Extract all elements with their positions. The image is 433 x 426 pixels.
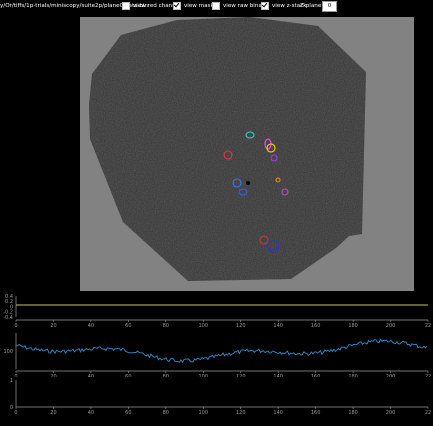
x-tick-label: 20 (50, 410, 56, 416)
x-tick-label: 60 (125, 410, 131, 416)
view-raw-binary-checkbox[interactable] (212, 1, 220, 10)
x-tick-label: 80 (163, 410, 169, 416)
x-tick-label: 40 (88, 410, 94, 416)
mean-image[interactable] (80, 17, 414, 291)
trace-line (15, 338, 428, 364)
view-raw-binary-toggle[interactable]: view raw binary (212, 1, 267, 10)
view-red-channel-checkbox[interactable] (122, 1, 130, 10)
trace-plot-1[interactable]: 0.4 0.2 0 -0.2 -0.4 0 20 40 60 80 100 120 140 160 180 2… (0, 293, 433, 329)
x-tick-label: 0 (14, 410, 17, 416)
x-tick-label: 140 (273, 410, 283, 416)
y-tick-label: -0.4 (3, 315, 13, 321)
x-tick-label: 120 (236, 410, 246, 416)
view-z-stack-checkbox[interactable] (261, 1, 269, 10)
y-tick-label: 1 (10, 378, 13, 384)
view-masks-checkbox[interactable] (173, 1, 181, 10)
z-plane-label: Z-plane: (300, 3, 324, 9)
image-view-panel[interactable] (80, 17, 414, 291)
trace-plot-2-svg: 1000 20 40 60 80 100 120 140 160 180 200 22 (3, 333, 431, 377)
x-tick-label: 180 (348, 410, 358, 416)
y-tick-label: 0 (10, 405, 13, 411)
trace-plot-1-svg: 0.40.20-0.2-0.40 20 40 60 80 100 120 140 160 180 2… (3, 294, 431, 329)
view-masks-toggle[interactable]: view masks (173, 1, 217, 10)
trace-plot-2[interactable]: 100 0 20 40 60 80 100 120 140 160 180 200 22 (0, 329, 433, 377)
x-tick-label: 160 (311, 410, 321, 416)
toolbar: y/Or/tiffs/1p-trials/miniscopy/suite2p/p… (0, 0, 433, 13)
trace-plot-3-svg: 100 20 40 60 80 100 120 140 160 180 200 22 (10, 378, 431, 416)
view-red-channel-toggle[interactable]: view red channel (122, 1, 181, 10)
x-tick-label: 200 (386, 410, 396, 416)
z-plane-input[interactable]: 0 (322, 1, 337, 12)
x-tick-label: 22 (425, 410, 431, 416)
x-tick-label: 100 (198, 410, 208, 416)
trace-plot-3[interactable]: 1 0 0 20 40 60 80 100 120 140 160 180 200 22 (0, 377, 433, 426)
fov-noise (89, 17, 366, 281)
y-tick-label: 100 (3, 349, 13, 355)
roi-dark-spot (246, 181, 250, 185)
